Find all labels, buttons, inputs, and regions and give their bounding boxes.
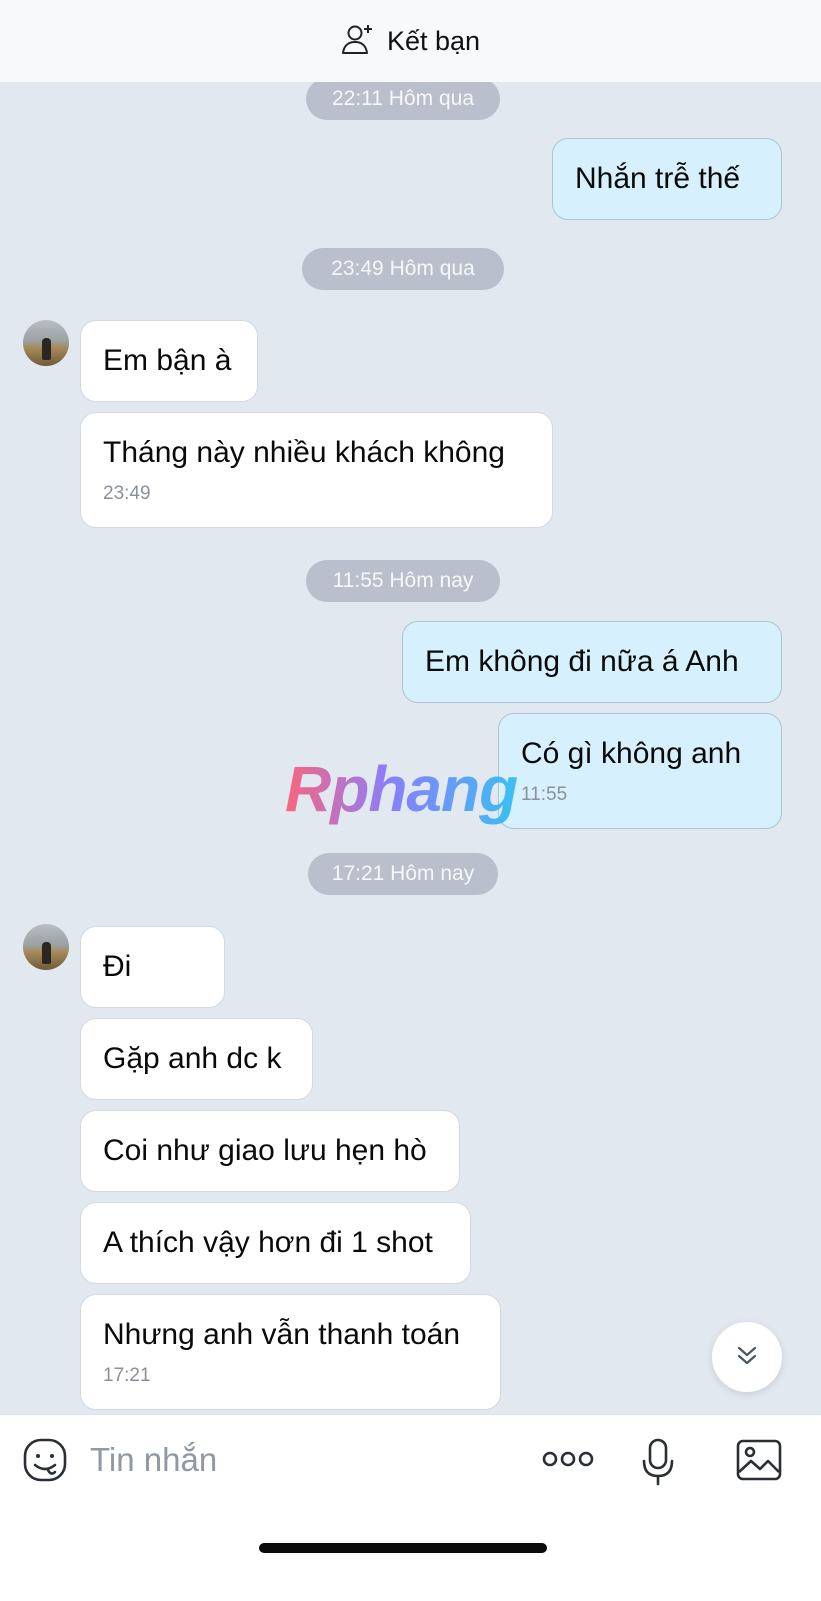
contact-avatar[interactable] [23, 320, 69, 366]
message-input-bar: Tin nhắn [0, 1414, 821, 1601]
message-text: Đi [103, 950, 132, 983]
message-text: Gặp anh dc k [103, 1042, 282, 1075]
message-text: A thích vậy hơn đi 1 shot [103, 1226, 433, 1259]
message-time: 17:21 [103, 1365, 151, 1386]
outgoing-message[interactable]: Nhắn trễ thế [552, 138, 782, 220]
message-text: Em bận à [103, 344, 232, 377]
message-text: Nhưng anh vẫn thanh toán [103, 1318, 461, 1351]
timestamp-divider: 11:55 Hôm nay [306, 560, 500, 602]
scroll-to-bottom-button[interactable] [712, 1322, 782, 1392]
incoming-message[interactable]: Gặp anh dc k [80, 1018, 313, 1100]
message-text: Tháng này nhiều khách không [103, 436, 505, 469]
message-time: 11:55 [521, 784, 568, 805]
more-icon[interactable] [542, 1449, 594, 1474]
timestamp-divider: 17:21 Hôm nay [308, 853, 498, 895]
incoming-message[interactable]: Đi [80, 926, 225, 1008]
watermark-logo: Rphang [285, 753, 518, 825]
incoming-message[interactable]: Coi như giao lưu hẹn hò [80, 1110, 460, 1192]
incoming-message[interactable]: Tháng này nhiều khách không 23:49 [80, 412, 553, 528]
message-text: Nhắn trễ thế [575, 162, 741, 195]
message-text: Em không đi nữa á Anh [425, 645, 739, 678]
home-indicator [259, 1543, 547, 1553]
person-add-icon [341, 22, 375, 61]
message-input[interactable]: Tin nhắn [90, 1441, 217, 1479]
timestamp-divider: 22:11 Hôm qua [306, 78, 500, 120]
add-friend-label: Kết bạn [386, 25, 481, 56]
emoji-icon[interactable] [22, 1437, 68, 1488]
incoming-message[interactable]: A thích vậy hơn đi 1 shot [80, 1202, 471, 1284]
incoming-message[interactable]: Em bận à [80, 320, 258, 402]
add-friend-bar[interactable]: Kết bạn [0, 0, 821, 82]
chevron-double-down-icon [734, 1342, 760, 1373]
message-time: 23:49 [103, 483, 151, 504]
outgoing-message[interactable]: Có gì không anh 11:55 [498, 713, 782, 829]
message-text: Có gì không anh [521, 737, 742, 770]
outgoing-message[interactable]: Em không đi nữa á Anh [402, 621, 782, 703]
timestamp-divider: 23:49 Hôm qua [302, 248, 504, 290]
message-text: Coi như giao lưu hẹn hò [103, 1134, 427, 1167]
mic-icon[interactable] [640, 1437, 676, 1492]
image-icon[interactable] [736, 1439, 782, 1486]
incoming-message[interactable]: Nhưng anh vẫn thanh toán 17:21 [80, 1294, 501, 1410]
contact-avatar[interactable] [23, 924, 69, 970]
